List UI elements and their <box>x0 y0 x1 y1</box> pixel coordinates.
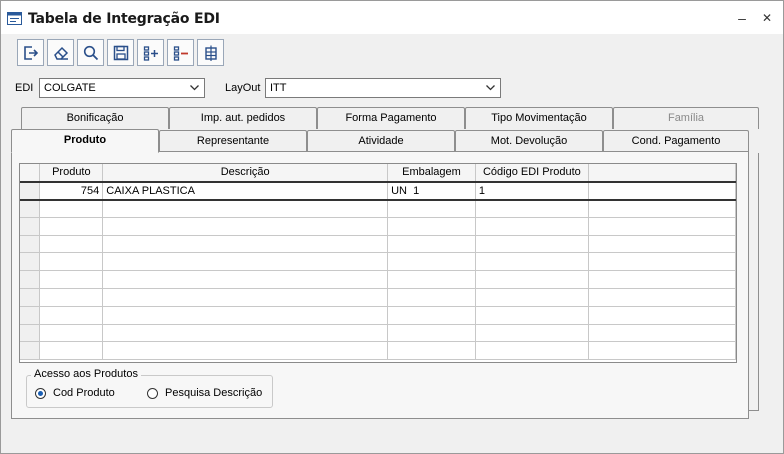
edi-select[interactable]: COLGATE <box>39 78 205 98</box>
edi-window: Tabela de Integração EDI – ✕ EDI COLGATE… <box>0 0 784 454</box>
radio-cod-produto[interactable] <box>35 388 46 399</box>
eraser-icon <box>54 46 69 60</box>
exit-button[interactable] <box>17 39 44 66</box>
column-header-descricao[interactable]: Descrição <box>102 164 389 183</box>
tab-imp-aut-pedidos[interactable]: Imp. aut. pedidos <box>169 107 317 129</box>
chevron-down-icon <box>190 85 199 91</box>
tab-familia: Família <box>613 107 759 129</box>
clear-button[interactable] <box>47 39 74 66</box>
tab-tipo-movimentacao[interactable]: Tipo Movimentação <box>465 107 613 129</box>
tab-produto[interactable]: Produto <box>11 129 159 153</box>
edi-select-value: COLGATE <box>44 82 96 94</box>
table-row[interactable] <box>20 217 736 236</box>
produto-table: Produto Descrição Embalagem Código EDI P… <box>20 164 736 361</box>
table-row[interactable] <box>20 199 736 218</box>
tab-bonificacao[interactable]: Bonificação <box>21 107 169 129</box>
add-row-button[interactable] <box>137 39 164 66</box>
radio-pesquisa-descricao[interactable] <box>147 388 158 399</box>
table-button[interactable] <box>197 39 224 66</box>
chevron-down-icon <box>486 85 495 91</box>
cell-descricao[interactable]: CAIXA PLASTICA <box>102 180 389 201</box>
produto-grid[interactable]: Produto Descrição Embalagem Código EDI P… <box>19 163 737 363</box>
remove-row-icon <box>173 46 188 61</box>
table-icon <box>205 45 217 61</box>
cell-codigo-edi[interactable]: 1 <box>475 180 589 201</box>
search-icon <box>83 45 99 61</box>
cell-embalagem[interactable]: UN 1 <box>387 180 476 201</box>
row-indicator <box>20 180 41 201</box>
table-row[interactable] <box>20 235 736 254</box>
window-icon <box>7 12 22 25</box>
window-title: Tabela de Integração EDI <box>28 11 220 27</box>
grid-indicator-header <box>20 164 41 183</box>
tab-cond-pagamento[interactable]: Cond. Pagamento <box>603 130 749 152</box>
minimize-button[interactable]: – <box>734 10 750 26</box>
cell-empty <box>588 180 736 201</box>
layout-label: LayOut <box>225 82 261 94</box>
add-row-icon <box>143 46 158 61</box>
table-row[interactable] <box>20 288 736 307</box>
column-header-produto[interactable]: Produto <box>39 164 104 183</box>
cell-produto[interactable]: 754 <box>39 180 104 201</box>
tab-forma-pagamento[interactable]: Forma Pagamento <box>317 107 465 129</box>
exit-icon <box>24 46 39 60</box>
column-header-codigo-edi[interactable]: Código EDI Produto <box>475 164 589 183</box>
table-row[interactable] <box>20 270 736 290</box>
column-header-embalagem[interactable]: Embalagem <box>387 164 476 183</box>
edi-label: EDI <box>15 82 34 94</box>
column-header-empty <box>588 164 736 183</box>
tab-atividade[interactable]: Atividade <box>307 130 455 152</box>
search-button[interactable] <box>77 39 104 66</box>
tab-representante[interactable]: Representante <box>159 130 307 152</box>
table-row[interactable] <box>20 341 736 361</box>
grid-header-row: Produto Descrição Embalagem Código EDI P… <box>20 164 736 183</box>
radio-cod-produto-label[interactable]: Cod Produto <box>53 387 115 399</box>
close-button[interactable]: ✕ <box>759 10 775 26</box>
layout-select-value: ITT <box>270 82 287 94</box>
table-row[interactable]: 754 CAIXA PLASTICA UN 1 1 <box>20 180 736 201</box>
table-row[interactable] <box>20 252 736 272</box>
acesso-produtos-group: Acesso aos Produtos Cod Produto Pesquisa… <box>26 368 273 408</box>
table-row[interactable] <box>20 324 736 343</box>
remove-row-button[interactable] <box>167 39 194 66</box>
save-button[interactable] <box>107 39 134 66</box>
save-icon <box>113 45 129 61</box>
tab-mot-devolucao[interactable]: Mot. Devolução <box>455 130 603 152</box>
layout-select[interactable]: ITT <box>265 78 501 98</box>
acesso-produtos-legend: Acesso aos Produtos <box>31 368 141 380</box>
radio-pesquisa-descricao-label[interactable]: Pesquisa Descrição <box>165 387 262 399</box>
table-row[interactable] <box>20 306 736 325</box>
title-bar: Tabela de Integração EDI – ✕ <box>1 1 783 34</box>
